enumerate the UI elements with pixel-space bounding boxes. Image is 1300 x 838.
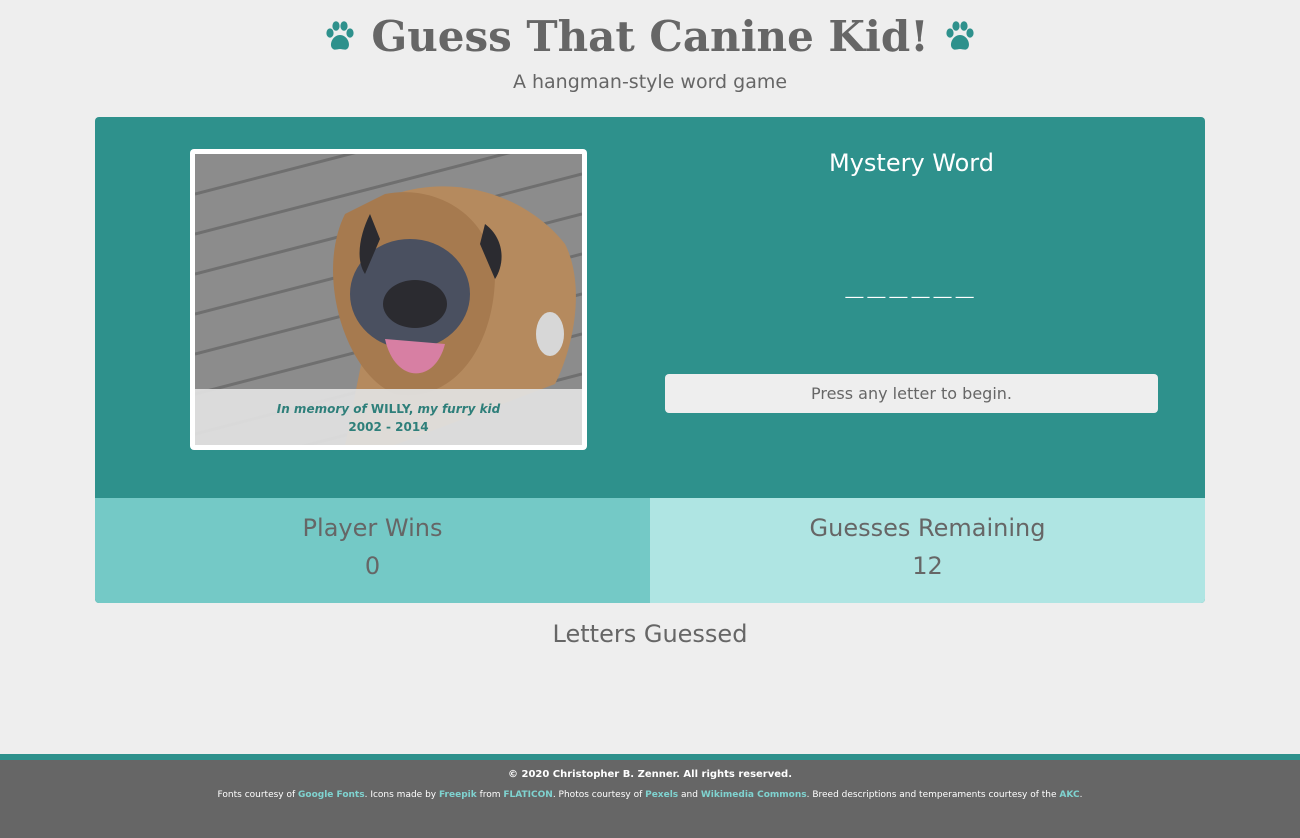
caption-years: 2002 - 2014 <box>348 420 429 434</box>
page-title-row: Guess That Canine Kid! <box>0 12 1300 61</box>
wikimedia-link[interactable]: Wikimedia Commons <box>701 790 807 800</box>
page-subtitle: A hangman-style word game <box>512 71 788 93</box>
paw-icon <box>946 20 974 50</box>
copyright-text: © 2020 Christopher B. Zenner. All rights… <box>508 769 792 780</box>
mystery-word-title: Mystery Word <box>829 149 994 177</box>
footer: © 2020 Christopher B. Zenner. All rights… <box>0 754 1300 838</box>
player-wins-value: 0 <box>364 552 381 580</box>
pexels-link[interactable]: Pexels <box>645 790 678 800</box>
game-message: Press any letter to begin. <box>665 374 1158 413</box>
caption-memory-text: In memory of <box>276 402 371 416</box>
akc-link[interactable]: AKC <box>1059 790 1079 800</box>
freepik-link[interactable]: Freepik <box>439 790 477 800</box>
credits-text: Fonts courtesy of Google Fonts. Icons ma… <box>0 790 1300 800</box>
mystery-word: ______ <box>845 264 978 299</box>
photos-prefix: . Photos courtesy of <box>552 790 646 800</box>
player-wins-box: Player Wins 0 <box>95 498 650 603</box>
game-panel: In memory of WILLY, my furry kid 2002 - … <box>95 117 1205 603</box>
fonts-prefix: Fonts courtesy of <box>217 790 299 800</box>
breed-text: . Breed descriptions and temperaments co… <box>806 790 1060 800</box>
caption-furry-text: my furry kid <box>413 402 501 416</box>
paw-icon <box>326 20 354 50</box>
caption-dog-name: WILLY, <box>370 402 414 416</box>
letters-guessed-label: Letters Guessed <box>552 620 748 648</box>
guesses-remaining-value: 12 <box>912 552 943 580</box>
page-title: Guess That Canine Kid! <box>371 12 929 61</box>
flaticon-link[interactable]: FLATICON <box>503 790 552 800</box>
end-text: . <box>1079 790 1083 800</box>
dog-photo-frame: In memory of WILLY, my furry kid 2002 - … <box>190 149 587 450</box>
and-text: and <box>678 790 701 800</box>
guesses-remaining-box: Guesses Remaining 12 <box>650 498 1205 603</box>
photo-caption: In memory of WILLY, my furry kid 2002 - … <box>195 389 582 445</box>
from-text: from <box>476 790 504 800</box>
guesses-remaining-label: Guesses Remaining <box>809 514 1046 542</box>
google-fonts-link[interactable]: Google Fonts <box>298 790 365 800</box>
icons-prefix: . Icons made by <box>364 790 439 800</box>
dog-photo: In memory of WILLY, my furry kid 2002 - … <box>195 154 582 445</box>
player-wins-label: Player Wins <box>302 514 443 542</box>
